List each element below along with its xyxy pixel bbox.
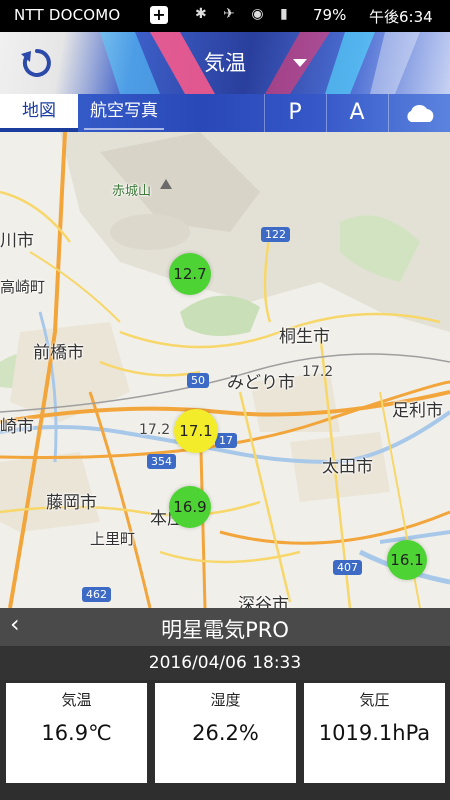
measurement-selector[interactable]: 気温 bbox=[0, 47, 450, 77]
place-fukaya: 深谷市 bbox=[238, 595, 289, 608]
place-ota: 太田市 bbox=[322, 457, 373, 477]
route-50-shield: 50 bbox=[187, 373, 209, 388]
tab-map[interactable]: 地図 bbox=[0, 94, 78, 132]
temperature-value: 16.9℃ bbox=[41, 721, 112, 745]
place-kamisato: 上里町 bbox=[90, 530, 136, 548]
temperature-card: 気温 16.9℃ bbox=[6, 683, 147, 783]
place-maebashi: 前橋市 bbox=[33, 343, 84, 363]
temperature-marker[interactable]: 17.1 bbox=[174, 409, 218, 453]
plus-notification-icon: + bbox=[150, 6, 168, 24]
place-ashikaga: 足利市 bbox=[392, 401, 443, 421]
mountain-icon bbox=[160, 179, 172, 189]
temp-label-kiryu: 17.2 bbox=[302, 364, 334, 380]
caret-down-icon[interactable] bbox=[293, 59, 307, 67]
temperature-marker[interactable]: 16.1 bbox=[387, 540, 427, 580]
humidity-card: 湿度 26.2% bbox=[155, 683, 296, 783]
place-kiryu: 桐生市 bbox=[279, 327, 330, 347]
map-base bbox=[0, 132, 450, 608]
place-kawa: 川市 bbox=[0, 231, 34, 251]
map-tabs: 地図 航空写真 P A bbox=[0, 94, 450, 132]
temperature-marker[interactable]: 12.7 bbox=[169, 253, 211, 295]
route-407-shield: 407 bbox=[333, 560, 362, 575]
tab-aerial-underline bbox=[84, 128, 164, 130]
place-midori: みどり市 bbox=[227, 373, 295, 393]
place-akagi: 赤城山 bbox=[112, 184, 152, 199]
humidity-value: 26.2% bbox=[192, 721, 259, 745]
tab-aerial-photo[interactable]: 航空写真 bbox=[84, 94, 164, 132]
pressure-label: 気圧 bbox=[359, 691, 390, 709]
observation-datetime: 2016/04/06 18:33 bbox=[0, 646, 450, 680]
temperature-marker[interactable]: 16.9 bbox=[169, 486, 211, 528]
tab-p[interactable]: P bbox=[264, 94, 325, 132]
pressure-value: 1019.1hPa bbox=[318, 721, 431, 745]
place-fujioka: 藤岡市 bbox=[46, 493, 97, 513]
cloud-icon bbox=[407, 104, 434, 122]
readings-panel: 気温 16.9℃ 湿度 26.2% 気圧 1019.1hPa bbox=[0, 680, 450, 800]
place-takasaki: 高崎町 bbox=[0, 278, 46, 296]
clock: 午後6:34 bbox=[369, 8, 433, 26]
route-17-shield: 17 bbox=[215, 433, 237, 448]
station-name: 明星電気PRO bbox=[161, 618, 289, 642]
carrier-name: NTT DOCOMO bbox=[14, 6, 121, 24]
tab-a[interactable]: A bbox=[326, 94, 387, 132]
battery-level: 79% bbox=[313, 6, 347, 24]
weather-map[interactable]: 赤城山 川市 高崎町 前橋市 桐生市 みどり市 足利市 崎市 太田市 藤岡市 本… bbox=[0, 132, 450, 608]
route-354-shield: 354 bbox=[147, 454, 176, 469]
station-header: ‹ 明星電気PRO bbox=[0, 608, 450, 646]
tab-cloud[interactable] bbox=[388, 94, 450, 132]
temperature-label: 気温 bbox=[61, 691, 92, 709]
place-isesaki: 崎市 bbox=[0, 417, 34, 437]
route-462-shield: 462 bbox=[82, 587, 111, 602]
humidity-label: 湿度 bbox=[210, 691, 241, 709]
temp-label-isesaki: 17.2 bbox=[139, 422, 171, 438]
pressure-card: 気圧 1019.1hPa bbox=[304, 683, 445, 783]
app-toolbar: 気温 bbox=[0, 32, 450, 94]
status-icons: ✱ ✈ ◉ ▮ bbox=[195, 6, 294, 22]
route-122-shield: 122 bbox=[261, 227, 290, 242]
status-bar: NTT DOCOMO + ✱ ✈ ◉ ▮ 79% 午後6:34 bbox=[0, 0, 450, 32]
